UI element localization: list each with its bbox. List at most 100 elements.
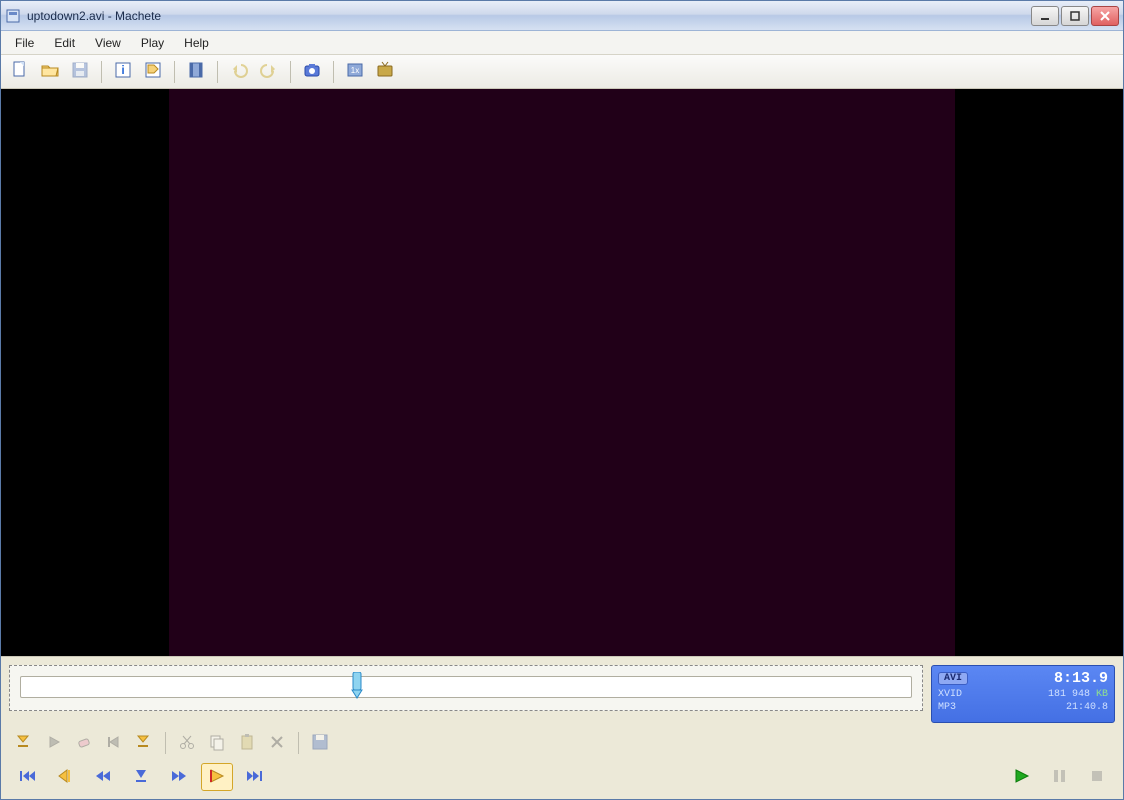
bottom-panel: AVI 8:13.9 XVID 181 948 KB MP3 21:40.8 — [1, 656, 1123, 799]
skip-end-icon — [245, 766, 265, 789]
fast-forward-icon — [169, 766, 189, 789]
cut-button — [174, 730, 200, 756]
undo-icon — [229, 60, 249, 83]
app-icon — [5, 8, 21, 24]
mark-end-button[interactable] — [131, 730, 157, 756]
save-icon — [70, 60, 90, 83]
menu-help[interactable]: Help — [174, 33, 219, 53]
window-title: uptodown2.avi - Machete — [27, 9, 1031, 23]
mark-end-icon — [134, 732, 154, 755]
info-button[interactable]: i — [110, 59, 136, 85]
erase-icon — [74, 732, 94, 755]
zoom-1x-icon: 1x — [345, 60, 365, 83]
tags-icon — [143, 60, 163, 83]
delete-icon — [267, 732, 287, 755]
timeline-thumb[interactable] — [350, 672, 364, 700]
new-icon — [10, 60, 30, 83]
maximize-button[interactable] — [1061, 6, 1089, 26]
step-back-icon — [131, 766, 151, 789]
play-button[interactable] — [1005, 763, 1037, 791]
file-size: 181 948 KB — [1048, 689, 1108, 700]
paste-icon — [237, 732, 257, 755]
skip-start-icon — [17, 766, 37, 789]
tv-icon — [375, 60, 395, 83]
skip-end-button[interactable] — [239, 763, 271, 791]
toolbar-separator — [333, 61, 334, 83]
save-button — [67, 59, 93, 85]
container-badge: AVI — [938, 672, 968, 685]
redo-icon — [259, 60, 279, 83]
svg-text:1x: 1x — [351, 66, 359, 75]
film-button[interactable] — [183, 59, 209, 85]
timeline-row: AVI 8:13.9 XVID 181 948 KB MP3 21:40.8 — [1, 657, 1123, 727]
video-viewport — [1, 89, 1123, 656]
prev-keyframe-icon — [55, 766, 75, 789]
playback-toolbar — [1, 759, 1123, 799]
menu-play[interactable]: Play — [131, 33, 174, 53]
tags-button[interactable] — [140, 59, 166, 85]
tv-button[interactable] — [372, 59, 398, 85]
delete-button — [264, 730, 290, 756]
stop-button — [1081, 763, 1113, 791]
menu-view[interactable]: View — [85, 33, 131, 53]
snapshot-button[interactable] — [299, 59, 325, 85]
close-button[interactable] — [1091, 6, 1119, 26]
menubar: File Edit View Play Help — [1, 31, 1123, 55]
total-duration: 21:40.8 — [1066, 702, 1108, 713]
fast-forward-button[interactable] — [163, 763, 195, 791]
save-selection-icon — [310, 732, 330, 755]
toolbar-separator — [290, 61, 291, 83]
titlebar: uptodown2.avi - Machete — [1, 1, 1123, 31]
snapshot-icon — [302, 60, 322, 83]
zoom-1x-button[interactable]: 1x — [342, 59, 368, 85]
next-keyframe-icon — [207, 766, 227, 789]
next-keyframe-button[interactable] — [201, 763, 233, 791]
svg-text:i: i — [121, 63, 124, 77]
pause-icon — [1049, 766, 1069, 789]
window-controls — [1031, 6, 1119, 26]
video-frame — [169, 89, 954, 656]
undo-button — [226, 59, 252, 85]
info-panel: AVI 8:13.9 XVID 181 948 KB MP3 21:40.8 — [931, 665, 1115, 723]
cut-icon — [177, 732, 197, 755]
skip-start-button[interactable] — [11, 763, 43, 791]
info-icon: i — [113, 60, 133, 83]
current-time: 8:13.9 — [1054, 670, 1108, 687]
pause-button — [1043, 763, 1075, 791]
play-selection-button — [41, 730, 67, 756]
app-window: uptodown2.avi - Machete File Edit View P… — [0, 0, 1124, 800]
copy-button — [204, 730, 230, 756]
mark-start-icon — [14, 732, 34, 755]
redo-button — [256, 59, 282, 85]
open-icon — [40, 60, 60, 83]
save-selection-button — [307, 730, 333, 756]
play-selection-icon — [44, 732, 64, 755]
toolbar-separator — [217, 61, 218, 83]
toolbar-separator — [101, 61, 102, 83]
video-codec-label: XVID — [938, 689, 962, 700]
erase-button — [71, 730, 97, 756]
copy-icon — [207, 732, 227, 755]
step-back-button[interactable] — [125, 763, 157, 791]
toolbar-separator — [298, 732, 299, 754]
toolbar-separator — [174, 61, 175, 83]
prev-keyframe-button[interactable] — [49, 763, 81, 791]
audio-codec-label: MP3 — [938, 702, 956, 713]
toolbar-separator — [165, 732, 166, 754]
main-toolbar: i 1x — [1, 55, 1123, 89]
stop-icon — [1087, 766, 1107, 789]
menu-file[interactable]: File — [5, 33, 44, 53]
minimize-button[interactable] — [1031, 6, 1059, 26]
paste-button — [234, 730, 260, 756]
rewind-button[interactable] — [87, 763, 119, 791]
open-button[interactable] — [37, 59, 63, 85]
new-button[interactable] — [7, 59, 33, 85]
timeline-track[interactable] — [20, 676, 912, 698]
menu-edit[interactable]: Edit — [44, 33, 85, 53]
rewind-icon — [93, 766, 113, 789]
mark-start-button[interactable] — [11, 730, 37, 756]
play-icon — [1011, 766, 1031, 789]
jump-back-button — [101, 730, 127, 756]
jump-back-icon — [104, 732, 124, 755]
timeline[interactable] — [9, 665, 923, 711]
